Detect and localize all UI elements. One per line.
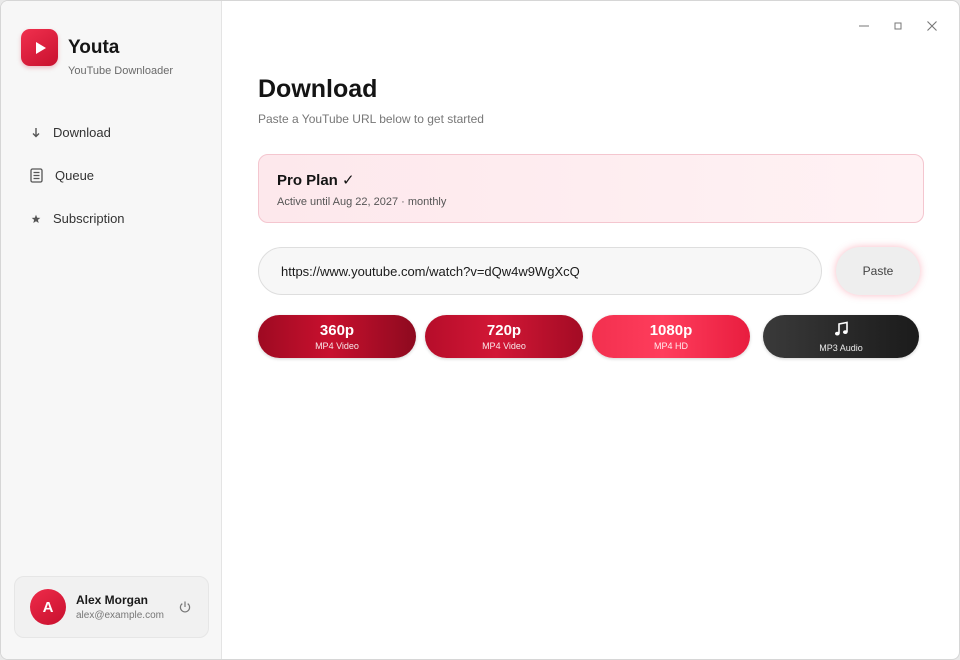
maximize-icon[interactable] xyxy=(891,19,905,33)
window-controls xyxy=(857,19,939,33)
sidebar-item-queue[interactable]: Queue xyxy=(1,154,221,197)
power-icon[interactable] xyxy=(178,600,194,616)
sidebar-item-download[interactable]: Download xyxy=(1,111,221,154)
page-title: Download xyxy=(258,75,378,103)
user-name: Alex Morgan xyxy=(76,593,149,607)
sidebar-item-label: Queue xyxy=(55,168,95,183)
sidebar-item-subscription[interactable]: Subscription xyxy=(1,197,221,240)
app-window: Youta YouTube Downloader Download Queue xyxy=(0,0,960,660)
minimize-icon[interactable] xyxy=(857,19,871,33)
plan-status: Active until Aug 22, 2027 · monthly xyxy=(277,196,447,208)
sidebar-item-label: Download xyxy=(53,125,111,140)
format-sub-label: MP4 Video xyxy=(482,341,526,351)
sidebar-item-label: Subscription xyxy=(53,211,125,226)
user-card: A Alex Morgan alex@example.com xyxy=(14,576,209,638)
page-subtitle: Paste a YouTube URL below to get started xyxy=(258,112,484,126)
url-input[interactable] xyxy=(258,247,822,295)
queue-icon xyxy=(29,168,43,183)
plan-card: Pro Plan ✓ Active until Aug 22, 2027 · m… xyxy=(258,154,924,223)
sidebar: Youta YouTube Downloader Download Queue xyxy=(1,1,222,659)
user-email: alex@example.com xyxy=(76,610,164,621)
format-sub-label: MP4 HD xyxy=(653,341,688,351)
download-icon xyxy=(29,127,43,139)
format-label: 720p xyxy=(486,322,522,339)
avatar: A xyxy=(30,589,66,625)
sidebar-nav: Download Queue Subscription xyxy=(1,111,221,240)
app-name: Youta xyxy=(68,37,120,58)
format-button-360p[interactable]: 360p MP4 Video xyxy=(258,315,416,358)
plan-title: Pro Plan ✓ xyxy=(277,172,355,189)
close-icon[interactable] xyxy=(925,19,939,33)
format-button-1080p[interactable]: 1080p MP4 HD xyxy=(592,315,750,358)
main-content: Download Paste a YouTube URL below to ge… xyxy=(222,1,959,659)
format-sub-label: MP3 Audio xyxy=(819,342,863,353)
brand: Youta YouTube Downloader xyxy=(21,29,173,77)
format-sub-label: MP4 Video xyxy=(315,341,359,351)
youta-logo-icon xyxy=(21,29,58,66)
format-label: 360p xyxy=(319,322,355,339)
format-button-720p[interactable]: 720p MP4 Video xyxy=(425,315,583,358)
app-subtitle: YouTube Downloader xyxy=(68,65,173,77)
music-note-icon xyxy=(833,321,849,341)
paste-button[interactable]: Paste xyxy=(836,247,920,295)
format-button-mp3[interactable]: MP3 Audio xyxy=(763,315,919,358)
format-label: 1080p xyxy=(649,322,693,339)
star-icon xyxy=(29,214,43,224)
